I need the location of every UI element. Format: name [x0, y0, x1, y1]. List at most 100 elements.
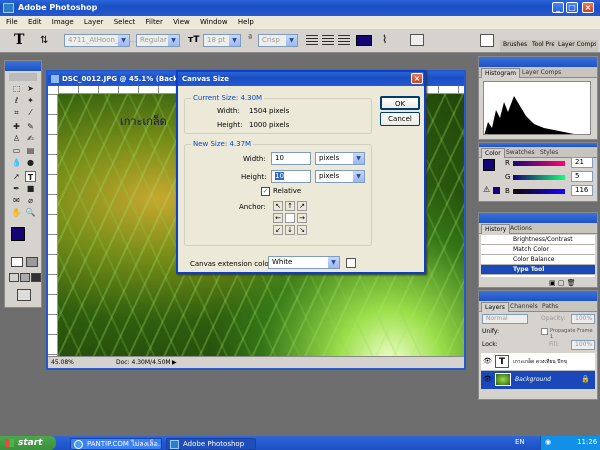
thai-text-layer[interactable]: เกาะเกล็ด — [120, 112, 167, 130]
tab-color[interactable]: Color — [481, 148, 505, 158]
new-snapshot-icon[interactable]: ▣ — [549, 279, 556, 287]
menu-filter[interactable]: Filter — [146, 18, 163, 26]
color-fg-swatch[interactable] — [483, 159, 495, 171]
foreground-color-swatch[interactable] — [11, 227, 25, 241]
tab-swatches[interactable]: Swatches — [503, 148, 538, 158]
move-tool-icon[interactable]: ➤ — [25, 83, 36, 94]
height-unit-select[interactable]: pixels ▼ — [315, 170, 365, 183]
fill-input[interactable]: 100% — [571, 340, 595, 350]
anchor-right[interactable]: → — [297, 213, 307, 223]
history-item-selected[interactable]: Type Tool — [481, 265, 595, 275]
menu-image[interactable]: Image — [52, 18, 74, 26]
anchor-bottom-right[interactable]: ↘ — [297, 225, 307, 235]
layer-row-selected[interactable]: 👁 Background 🔒 — [481, 371, 595, 389]
width-unit-select[interactable]: pixels ▼ — [315, 152, 365, 165]
start-button[interactable]: start — [0, 436, 56, 450]
magic-wand-icon[interactable]: ✦ — [25, 95, 36, 106]
crop-tool-icon[interactable]: ⌗ — [11, 107, 22, 118]
canvas-extension-select[interactable]: White ▼ — [268, 256, 340, 269]
propagate-checkbox[interactable] — [541, 328, 548, 335]
histogram-titlebar[interactable] — [479, 57, 597, 67]
path-select-icon[interactable]: ➚ — [11, 171, 22, 182]
brush-tool-icon[interactable]: ✎ — [25, 121, 36, 132]
channel-b-slider[interactable] — [513, 189, 565, 194]
well-tab-tool-presets[interactable]: Tool Presets — [532, 41, 554, 48]
history-titlebar[interactable] — [479, 213, 597, 223]
gamut-color-swatch[interactable] — [493, 187, 500, 194]
menu-help[interactable]: Help — [238, 18, 254, 26]
anchor-bottom[interactable]: ↓ — [285, 225, 295, 235]
maximize-button[interactable]: □ — [566, 2, 578, 13]
zoom-level[interactable]: 45.08% — [51, 357, 74, 369]
history-item[interactable]: Brightness/Contrast — [481, 235, 595, 245]
status-arrow-icon[interactable]: ▶ — [172, 357, 177, 369]
warp-text-icon[interactable]: ⌇ — [382, 33, 387, 46]
zoom-tool-icon[interactable]: 🔍 — [25, 207, 36, 218]
anchor-center[interactable] — [285, 213, 295, 223]
pen-tool-icon[interactable]: ✒ — [11, 183, 22, 194]
close-button[interactable]: × — [582, 2, 594, 13]
dialog-close-button[interactable]: × — [411, 73, 423, 84]
anchor-top[interactable]: ↑ — [285, 201, 295, 211]
clone-stamp-icon[interactable]: ♙ — [11, 133, 22, 144]
eyedropper-icon[interactable]: ⌀ — [25, 195, 36, 206]
well-tab-layer-comps[interactable]: Layer Comps — [558, 41, 596, 48]
tab-paths[interactable]: Paths — [539, 302, 561, 312]
font-family-select[interactable]: 4711_AtHoon_Big... ▼ — [64, 34, 136, 47]
history-item[interactable]: Match Color — [481, 245, 595, 255]
align-right-icon[interactable] — [338, 35, 350, 46]
blur-tool-icon[interactable]: 💧 — [11, 157, 22, 168]
dialog-titlebar[interactable]: Canvas Size × — [178, 72, 424, 86]
history-item[interactable]: Color Balance — [481, 255, 595, 265]
tab-histogram[interactable]: Histogram — [481, 68, 521, 78]
channel-g-input[interactable]: 5 — [571, 171, 593, 182]
layers-titlebar[interactable] — [479, 291, 597, 301]
tab-channels[interactable]: Channels — [507, 302, 541, 312]
eye-icon[interactable]: 👁 — [483, 375, 492, 383]
tab-styles[interactable]: Styles — [537, 148, 561, 158]
font-style-select[interactable]: Regular ▼ — [136, 34, 180, 47]
anchor-top-right[interactable]: ↗ — [297, 201, 307, 211]
channel-b-input[interactable]: 116 — [571, 185, 593, 196]
relative-label[interactable]: Relative — [273, 187, 301, 195]
notes-tool-icon[interactable]: ✉ — [11, 195, 22, 206]
lasso-tool-icon[interactable]: ℓ — [11, 95, 22, 106]
menu-layer[interactable]: Layer — [84, 18, 104, 26]
anchor-top-left[interactable]: ↖ — [273, 201, 283, 211]
menu-window[interactable]: Window — [200, 18, 228, 26]
taskbar-item-pantip[interactable]: PANTIP.COM ไม่ลงเล็อ... — [70, 438, 162, 450]
new-width-input[interactable]: 10 — [271, 152, 311, 165]
file-browser-icon[interactable] — [480, 34, 494, 47]
relative-checkbox[interactable]: ✓ — [261, 187, 270, 196]
type-tool-icon[interactable]: T — [14, 32, 24, 48]
minimize-button[interactable]: _ — [552, 2, 564, 13]
imageready-icon[interactable] — [17, 289, 31, 301]
type-tool-icon[interactable]: T — [25, 171, 36, 182]
healing-brush-icon[interactable]: ✚ — [11, 121, 22, 132]
eye-icon[interactable]: 👁 — [483, 357, 492, 365]
tray-icon[interactable]: ◉ — [545, 438, 551, 446]
screen-mode-black-icon[interactable] — [31, 273, 41, 282]
eraser-tool-icon[interactable]: ▭ — [11, 145, 22, 156]
antialias-select[interactable]: Crisp ▼ — [258, 34, 298, 47]
font-size-select[interactable]: 18 pt ▼ — [203, 34, 241, 47]
menu-view[interactable]: View — [173, 18, 190, 26]
tab-actions[interactable]: Actions — [507, 224, 535, 234]
anchor-left[interactable]: ← — [273, 213, 283, 223]
well-tab-brushes[interactable]: Brushes — [503, 41, 527, 48]
menu-file[interactable]: File — [6, 18, 18, 26]
screen-mode-icon[interactable] — [9, 273, 19, 282]
extension-color-swatch[interactable] — [346, 258, 356, 268]
trash-icon[interactable]: 🗑 — [567, 279, 576, 287]
opacity-input[interactable]: 100% — [571, 314, 595, 324]
text-color-swatch[interactable] — [356, 35, 372, 46]
menu-select[interactable]: Select — [114, 18, 136, 26]
menu-edit[interactable]: Edit — [28, 18, 42, 26]
new-document-icon[interactable]: ▢ — [558, 279, 565, 287]
shape-tool-icon[interactable]: ■ — [25, 183, 36, 194]
channel-g-slider[interactable] — [513, 175, 565, 180]
anchor-bottom-left[interactable]: ↙ — [273, 225, 283, 235]
quickmask-icon[interactable] — [11, 257, 23, 267]
blend-mode-select[interactable]: Normal — [482, 314, 528, 324]
align-center-icon[interactable] — [322, 35, 334, 46]
